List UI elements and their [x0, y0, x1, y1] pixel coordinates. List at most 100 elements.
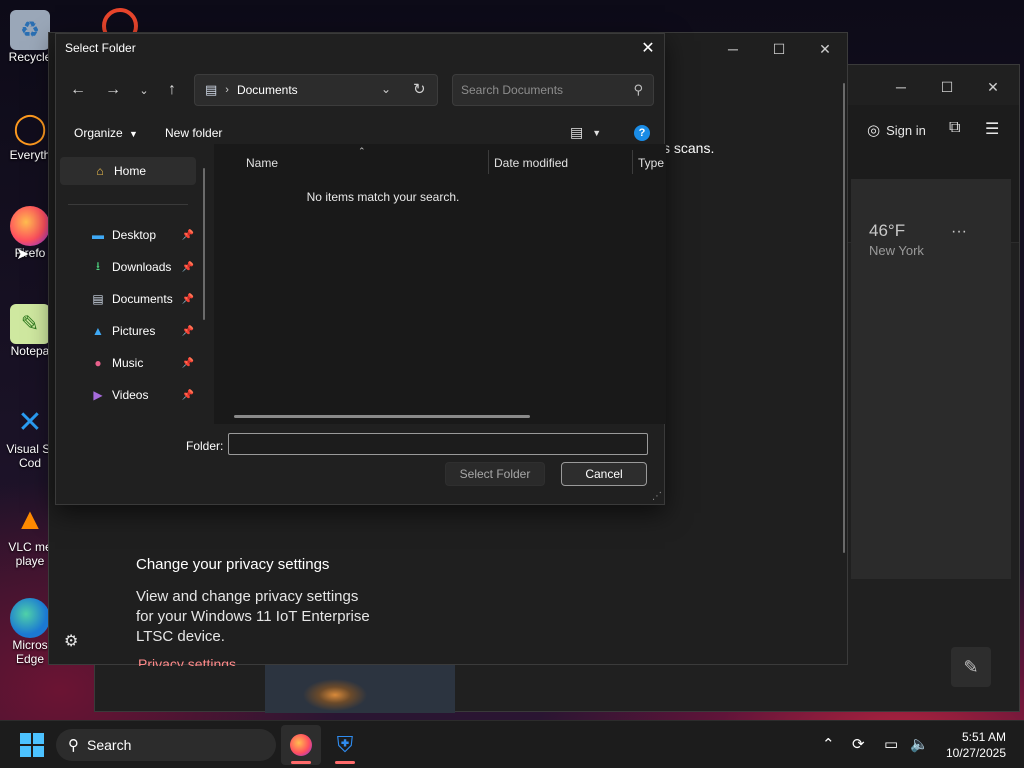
pictures-icon: ▲	[92, 324, 104, 338]
start-button[interactable]	[20, 733, 44, 757]
sidebar-item-home[interactable]: ⌂ Home	[60, 157, 196, 185]
pin-icon: 📌	[181, 293, 194, 305]
volume-icon[interactable]: 🔈	[910, 735, 929, 753]
weather-location: New York	[869, 243, 924, 258]
system-clock[interactable]: 5:51 AM 10/27/2025	[946, 729, 1006, 761]
security-maximize-button[interactable]: ☐	[757, 33, 801, 65]
privacy-heading: Change your privacy settings	[136, 556, 330, 573]
recycle-bin-icon: ♻	[10, 10, 50, 50]
taskbar-firefox[interactable]	[281, 725, 321, 765]
documents-folder-icon: ▤	[205, 82, 218, 97]
privacy-body-line-3: LTSC device.	[136, 628, 225, 645]
search-box[interactable]: ⚲	[452, 74, 654, 106]
firefox-icon	[290, 734, 312, 756]
up-arrow-icon[interactable]: ↑	[160, 78, 184, 102]
back-arrow-icon[interactable]: ←	[66, 78, 90, 102]
list-view-icon: ▤	[570, 124, 584, 140]
security-close-button[interactable]: ✕	[803, 33, 847, 65]
empty-results-message: No items match your search.	[306, 190, 460, 204]
horizontal-scrollbar[interactable]	[234, 415, 530, 418]
privacy-settings-link[interactable]: Privacy settings	[138, 656, 236, 666]
extensions-icon[interactable]: ⧉	[949, 119, 960, 137]
taskbar: ⚲ Search ⛨ ⌃ ⟳ ▭ 🔈 5:51 AM 10/27/2025	[0, 720, 1024, 768]
sidebar-item-pictures[interactable]: ▲ Pictures 📌	[60, 317, 196, 345]
view-options-button[interactable]: ▤ ▼	[570, 124, 601, 141]
mouse-cursor-icon: ➤	[16, 246, 30, 263]
breadcrumb-chevron-icon: ›	[225, 84, 229, 96]
documents-icon: ▤	[92, 292, 104, 306]
column-divider[interactable]	[632, 150, 633, 174]
sidebar-item-downloads[interactable]: ⭳ Downloads 📌	[60, 253, 196, 281]
notepadpp-icon: ✎	[10, 304, 50, 344]
cancel-button[interactable]: Cancel	[561, 462, 647, 486]
column-header-date-modified[interactable]: Date modified	[494, 156, 568, 170]
weather-card[interactable]: 46°F New York ···	[851, 179, 1011, 579]
sidebar-item-music[interactable]: ● Music 📌	[60, 349, 196, 377]
address-history-dropdown-icon[interactable]: ⌄	[381, 82, 391, 96]
news-thumbnail	[265, 665, 455, 713]
dialog-title: Select Folder	[65, 41, 136, 55]
settings-gear-icon[interactable]: ⚙	[64, 631, 78, 651]
browser-close-button[interactable]: ✕	[971, 71, 1015, 103]
taskbar-windows-security[interactable]: ⛨	[325, 725, 365, 765]
view-chevron-down-icon: ▼	[592, 127, 602, 138]
weather-more-icon[interactable]: ···	[951, 223, 967, 241]
windows-logo-icon	[20, 733, 31, 744]
clock-date: 10/27/2025	[945, 746, 1006, 760]
help-icon[interactable]: ?	[634, 125, 650, 141]
refresh-icon[interactable]: ↻	[413, 80, 426, 98]
search-icon[interactable]: ⚲	[633, 82, 643, 98]
sidebar-item-documents[interactable]: ▤ Documents 📌	[60, 285, 196, 313]
sidebar-item-desktop[interactable]: ▬ Desktop 📌	[60, 221, 196, 249]
music-icon: ●	[94, 356, 102, 370]
sign-in-button[interactable]: ◎ Sign in	[867, 121, 926, 139]
scan-text-fragment: s scans.	[663, 140, 715, 156]
browser-minimize-button[interactable]: ─	[879, 71, 923, 103]
pin-icon: 📌	[181, 357, 194, 369]
edge-icon	[10, 598, 50, 638]
downloads-icon: ⭳	[95, 258, 101, 273]
sidebar-divider	[68, 204, 188, 205]
security-scrollbar[interactable]	[843, 83, 845, 553]
vlc-icon: ▲	[15, 503, 45, 536]
clock-time: 5:51 AM	[961, 730, 1006, 744]
show-hidden-icons-chevron-up-icon[interactable]: ⌃	[822, 735, 835, 753]
folder-name-input[interactable]	[228, 433, 648, 455]
search-input[interactable]	[461, 81, 621, 99]
sidebar-item-videos[interactable]: ▶ Videos 📌	[60, 381, 196, 409]
search-icon: ⚲	[68, 737, 79, 754]
pin-icon: 📌	[181, 229, 194, 241]
firefox-icon	[10, 206, 50, 246]
sort-ascending-icon: ⌃	[358, 146, 366, 156]
menu-icon[interactable]: ☰	[985, 119, 999, 139]
taskbar-search[interactable]: ⚲ Search	[56, 729, 276, 761]
column-header-type[interactable]: Type	[638, 156, 664, 170]
forward-arrow-icon[interactable]: →	[101, 78, 125, 102]
browser-maximize-button[interactable]: ☐	[925, 71, 969, 103]
privacy-body-line-2: for your Windows 11 IoT Enterprise	[136, 608, 370, 625]
column-header-name[interactable]: Name	[246, 156, 278, 170]
pin-icon: 📌	[181, 389, 194, 401]
desktop-icon: ▬	[92, 228, 104, 242]
file-list-pane: Name ⌃ Date modified Type No items match…	[214, 144, 666, 424]
new-folder-button[interactable]: New folder	[165, 126, 222, 140]
select-folder-dialog: Select Folder ✕ ← → ⌄ ↑ ▤ › Documents ⌄ …	[55, 33, 666, 505]
select-folder-button[interactable]: Select Folder	[445, 462, 545, 486]
folder-label: Folder:	[186, 439, 224, 453]
everything-icon: ◯	[13, 111, 47, 145]
security-minimize-button[interactable]: ─	[711, 33, 755, 65]
sync-icon[interactable]: ⟳	[852, 735, 865, 753]
recent-locations-chevron-icon[interactable]: ⌄	[132, 78, 156, 102]
edit-icon[interactable]: ✎	[951, 647, 991, 687]
pin-icon: 📌	[181, 325, 194, 337]
column-divider[interactable]	[488, 150, 489, 174]
privacy-body-line-1: View and change privacy settings	[136, 588, 359, 605]
pin-icon: 📌	[181, 261, 194, 273]
address-bar[interactable]: ▤ › Documents	[194, 74, 438, 106]
network-icon[interactable]: ▭	[884, 735, 898, 753]
dialog-close-button[interactable]: ✕	[632, 34, 664, 62]
breadcrumb[interactable]: Documents	[237, 83, 298, 97]
resize-grip-icon[interactable]: ⋰	[652, 491, 662, 502]
organize-button[interactable]: Organize ▼	[74, 126, 138, 140]
organize-chevron-down-icon: ▼	[129, 129, 138, 139]
